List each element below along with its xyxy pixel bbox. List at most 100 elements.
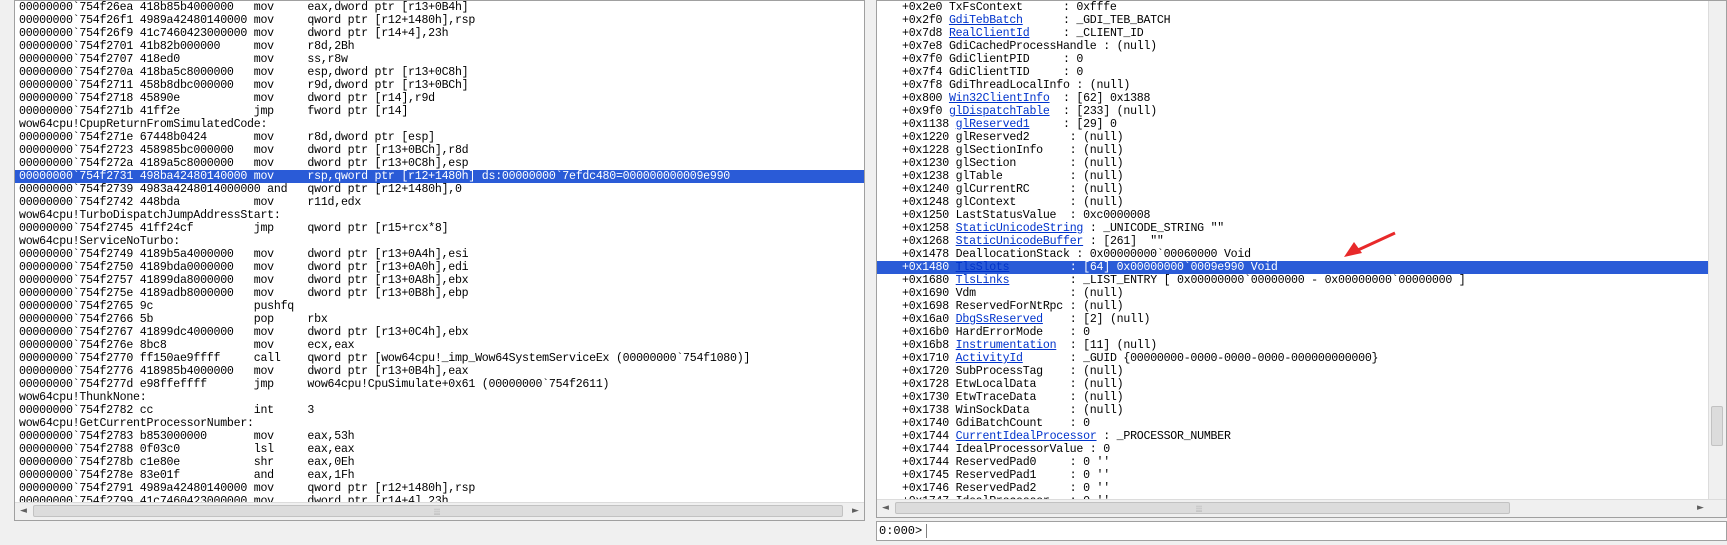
disasm-line[interactable]: 00000000`754f2750 4189bda0000000 mov dwo… (15, 261, 864, 274)
struct-line[interactable]: +0x1730 EtwTraceData : (null) (877, 391, 1709, 404)
disasm-line[interactable]: wow64cpu!ThunkNone: (15, 391, 864, 404)
struct-field-link[interactable]: Instrumentation (956, 339, 1057, 352)
disassembly-hscrollbar[interactable]: ◄ ⦙⦙⦙ ► (15, 502, 864, 520)
struct-line[interactable]: +0x1228 glSectionInfo : (null) (877, 144, 1709, 157)
struct-field-link[interactable]: GdiTebBatch (949, 14, 1023, 27)
disasm-line[interactable]: wow64cpu!TurboDispatchJumpAddressStart: (15, 209, 864, 222)
struct-line[interactable]: +0x1240 glCurrentRC : (null) (877, 183, 1709, 196)
disasm-line-current[interactable]: 00000000`754f2731 498ba42480140000 mov r… (15, 170, 864, 183)
struct-view-hscroll-thumb[interactable]: ⦙⦙⦙ (895, 502, 1510, 515)
struct-line[interactable]: +0x1738 WinSockData : (null) (877, 404, 1709, 417)
disasm-line[interactable]: 00000000`754f2718 45890e mov dword ptr [… (15, 92, 864, 105)
struct-field-link[interactable]: TlsLinks (956, 274, 1010, 287)
disasm-line[interactable]: 00000000`754f2788 0f03c0 lsl eax,eax (15, 443, 864, 456)
struct-line[interactable]: +0x2e0 TxFsContext : 0xfffe (877, 1, 1709, 14)
disasm-line[interactable]: 00000000`754f270a 418ba5c8000000 mov esp… (15, 66, 864, 79)
scroll-left-icon[interactable]: ◄ (877, 500, 894, 517)
disasm-line[interactable]: 00000000`754f2791 4989a42480140000 mov q… (15, 482, 864, 495)
struct-field-link[interactable]: RealClientId (949, 27, 1030, 40)
struct-field-link[interactable]: Win32ClientInfo (949, 92, 1050, 105)
disasm-line[interactable]: 00000000`754f2749 4189b5a4000000 mov dwo… (15, 248, 864, 261)
disasm-line[interactable]: 00000000`754f2742 448bda mov r11d,edx (15, 196, 864, 209)
disasm-line[interactable]: wow64cpu!ServiceNoTurbo: (15, 235, 864, 248)
struct-field-link[interactable]: TlsSlots (956, 261, 1010, 274)
struct-line[interactable]: +0x7f4 GdiClientTID : 0 (877, 66, 1709, 79)
disasm-line[interactable]: 00000000`754f2783 b853000000 mov eax,53h (15, 430, 864, 443)
struct-line[interactable]: +0x1680 TlsLinks : _LIST_ENTRY [ 0x00000… (877, 274, 1709, 287)
disasm-line[interactable]: 00000000`754f2701 41b82b000000 mov r8d,2… (15, 40, 864, 53)
struct-field-link[interactable]: glReserved1 (956, 118, 1030, 131)
struct-field-link[interactable]: StaticUnicodeString (956, 222, 1084, 235)
struct-line[interactable]: +0x7e8 GdiCachedProcessHandle : (null) (877, 40, 1709, 53)
struct-line[interactable]: +0x1720 SubProcessTag : (null) (877, 365, 1709, 378)
struct-view-pane[interactable]: +0x2e0 TxFsContext : 0xfffe +0x2f0 GdiTeb… (876, 0, 1727, 518)
disasm-line[interactable]: 00000000`754f277d e98ffeffff jmp wow64cp… (15, 378, 864, 391)
disasm-line[interactable]: 00000000`754f26ea 418b85b4000000 mov eax… (15, 1, 864, 14)
struct-line[interactable]: +0x1746 ReservedPad2 : 0 '' (877, 482, 1709, 495)
scroll-left-icon[interactable]: ◄ (15, 503, 32, 520)
struct-field-link[interactable]: StaticUnicodeBuffer (956, 235, 1084, 248)
disasm-line[interactable]: 00000000`754f271b 41ff2e jmp fword ptr [… (15, 105, 864, 118)
disasm-line[interactable]: 00000000`754f2745 41ff24cf jmp qword ptr… (15, 222, 864, 235)
disasm-line[interactable]: 00000000`754f2782 cc int 3 (15, 404, 864, 417)
struct-line[interactable]: +0x16a0 DbgSsReserved : [2] (null) (877, 313, 1709, 326)
struct-field-link[interactable]: CurrentIdealProcessor (956, 430, 1097, 443)
disasm-line[interactable]: 00000000`754f2757 41899da8000000 mov dwo… (15, 274, 864, 287)
disasm-line[interactable]: 00000000`754f2723 458985bc000000 mov dwo… (15, 144, 864, 157)
struct-line[interactable]: +0x1698 ReservedForNtRpc : (null) (877, 300, 1709, 313)
struct-line[interactable]: +0x1478 DeallocationStack : 0x00000000`0… (877, 248, 1709, 261)
disasm-line[interactable]: wow64cpu!GetCurrentProcessorNumber: (15, 417, 864, 430)
disasm-line[interactable]: 00000000`754f2739 4983a4248014000000 and… (15, 183, 864, 196)
struct-line[interactable]: +0x7f0 GdiClientPID : 0 (877, 53, 1709, 66)
struct-field-link[interactable]: glDispatchTable (949, 105, 1050, 118)
struct-line[interactable]: +0x1230 glSection : (null) (877, 157, 1709, 170)
disasm-line[interactable]: 00000000`754f2770 ff150ae9ffff call qwor… (15, 352, 864, 365)
struct-line[interactable]: +0x16b8 Instrumentation : [11] (null) (877, 339, 1709, 352)
disasm-line[interactable]: wow64cpu!CpupReturnFromSimulatedCode: (15, 118, 864, 131)
struct-line[interactable]: +0x2f0 GdiTebBatch : _GDI_TEB_BATCH (877, 14, 1709, 27)
disasm-line[interactable]: 00000000`754f272a 4189a5c8000000 mov dwo… (15, 157, 864, 170)
struct-line[interactable]: +0x1744 CurrentIdealProcessor : _PROCESS… (877, 430, 1709, 443)
struct-line[interactable]: +0x9f0 glDispatchTable : [233] (null) (877, 105, 1709, 118)
disasm-line[interactable]: 00000000`754f2776 418985b4000000 mov dwo… (15, 365, 864, 378)
disasm-line[interactable]: 00000000`754f2767 41899dc4000000 mov dwo… (15, 326, 864, 339)
struct-field-link[interactable]: DbgSsReserved (956, 313, 1043, 326)
disasm-line[interactable]: 00000000`754f275e 4189adb8000000 mov dwo… (15, 287, 864, 300)
struct-line[interactable]: +0x1745 ReservedPad1 : 0 '' (877, 469, 1709, 482)
struct-line[interactable]: +0x800 Win32ClientInfo : [62] 0x1388 (877, 92, 1709, 105)
struct-line[interactable]: +0x1220 glReserved2 : (null) (877, 131, 1709, 144)
disasm-line[interactable]: 00000000`754f2765 9c pushfq (15, 300, 864, 313)
disasm-line[interactable]: 00000000`754f271e 67448b0424 mov r8d,dwo… (15, 131, 864, 144)
struct-line[interactable]: +0x1258 StaticUnicodeString : _UNICODE_S… (877, 222, 1709, 235)
disasm-line[interactable]: 00000000`754f278e 83e01f and eax,1Fh (15, 469, 864, 482)
disassembly-hscroll-thumb[interactable]: ⦙⦙⦙ (33, 505, 843, 518)
struct-line[interactable]: +0x1710 ActivityId : _GUID {00000000-000… (877, 352, 1709, 365)
disasm-line[interactable]: 00000000`754f26f9 41c7460423000000 mov d… (15, 27, 864, 40)
struct-view-hscrollbar[interactable]: ◄ ⦙⦙⦙ ► (877, 499, 1726, 517)
struct-line[interactable]: +0x1728 EtwLocalData : (null) (877, 378, 1709, 391)
struct-line[interactable]: +0x1250 LastStatusValue : 0xc0000008 (877, 209, 1709, 222)
struct-line[interactable]: +0x1740 GdiBatchCount : 0 (877, 417, 1709, 430)
struct-line[interactable]: +0x1268 StaticUnicodeBuffer : [261] "" (877, 235, 1709, 248)
disasm-line[interactable]: 00000000`754f276e 8bc8 mov ecx,eax (15, 339, 864, 352)
disassembly-pane[interactable]: 00000000`754f26ea 418b85b4000000 mov eax… (14, 0, 865, 521)
struct-line[interactable]: +0x1690 Vdm : (null) (877, 287, 1709, 300)
struct-line[interactable]: +0x1744 IdealProcessorValue : 0 (877, 443, 1709, 456)
disasm-line[interactable]: 00000000`754f2711 458b8dbc000000 mov r9d… (15, 79, 864, 92)
struct-field-link[interactable]: ActivityId (956, 352, 1023, 365)
struct-view-vscroll-thumb[interactable] (1711, 406, 1723, 446)
scroll-right-icon[interactable]: ► (1692, 500, 1709, 517)
struct-view-vscrollbar[interactable] (1708, 1, 1726, 500)
struct-line[interactable]: +0x16b0 HardErrorMode : 0 (877, 326, 1709, 339)
disasm-line[interactable]: 00000000`754f278b c1e80e shr eax,0Eh (15, 456, 864, 469)
struct-line[interactable]: +0x1744 ReservedPad0 : 0 '' (877, 456, 1709, 469)
scroll-right-icon[interactable]: ► (847, 503, 864, 520)
struct-line[interactable]: +0x7d8 RealClientId : _CLIENT_ID (877, 27, 1709, 40)
struct-line[interactable]: +0x1238 glTable : (null) (877, 170, 1709, 183)
struct-line-selected[interactable]: +0x1480 TlsSlots : [64] 0x00000000`0009e… (877, 261, 1709, 274)
command-input[interactable] (935, 523, 1715, 538)
disasm-line[interactable]: 00000000`754f2766 5b pop rbx (15, 313, 864, 326)
disasm-line[interactable]: 00000000`754f2707 418ed0 mov ss,r8w (15, 53, 864, 66)
struct-line[interactable]: +0x7f8 GdiThreadLocalInfo : (null) (877, 79, 1709, 92)
struct-line[interactable]: +0x1248 glContext : (null) (877, 196, 1709, 209)
